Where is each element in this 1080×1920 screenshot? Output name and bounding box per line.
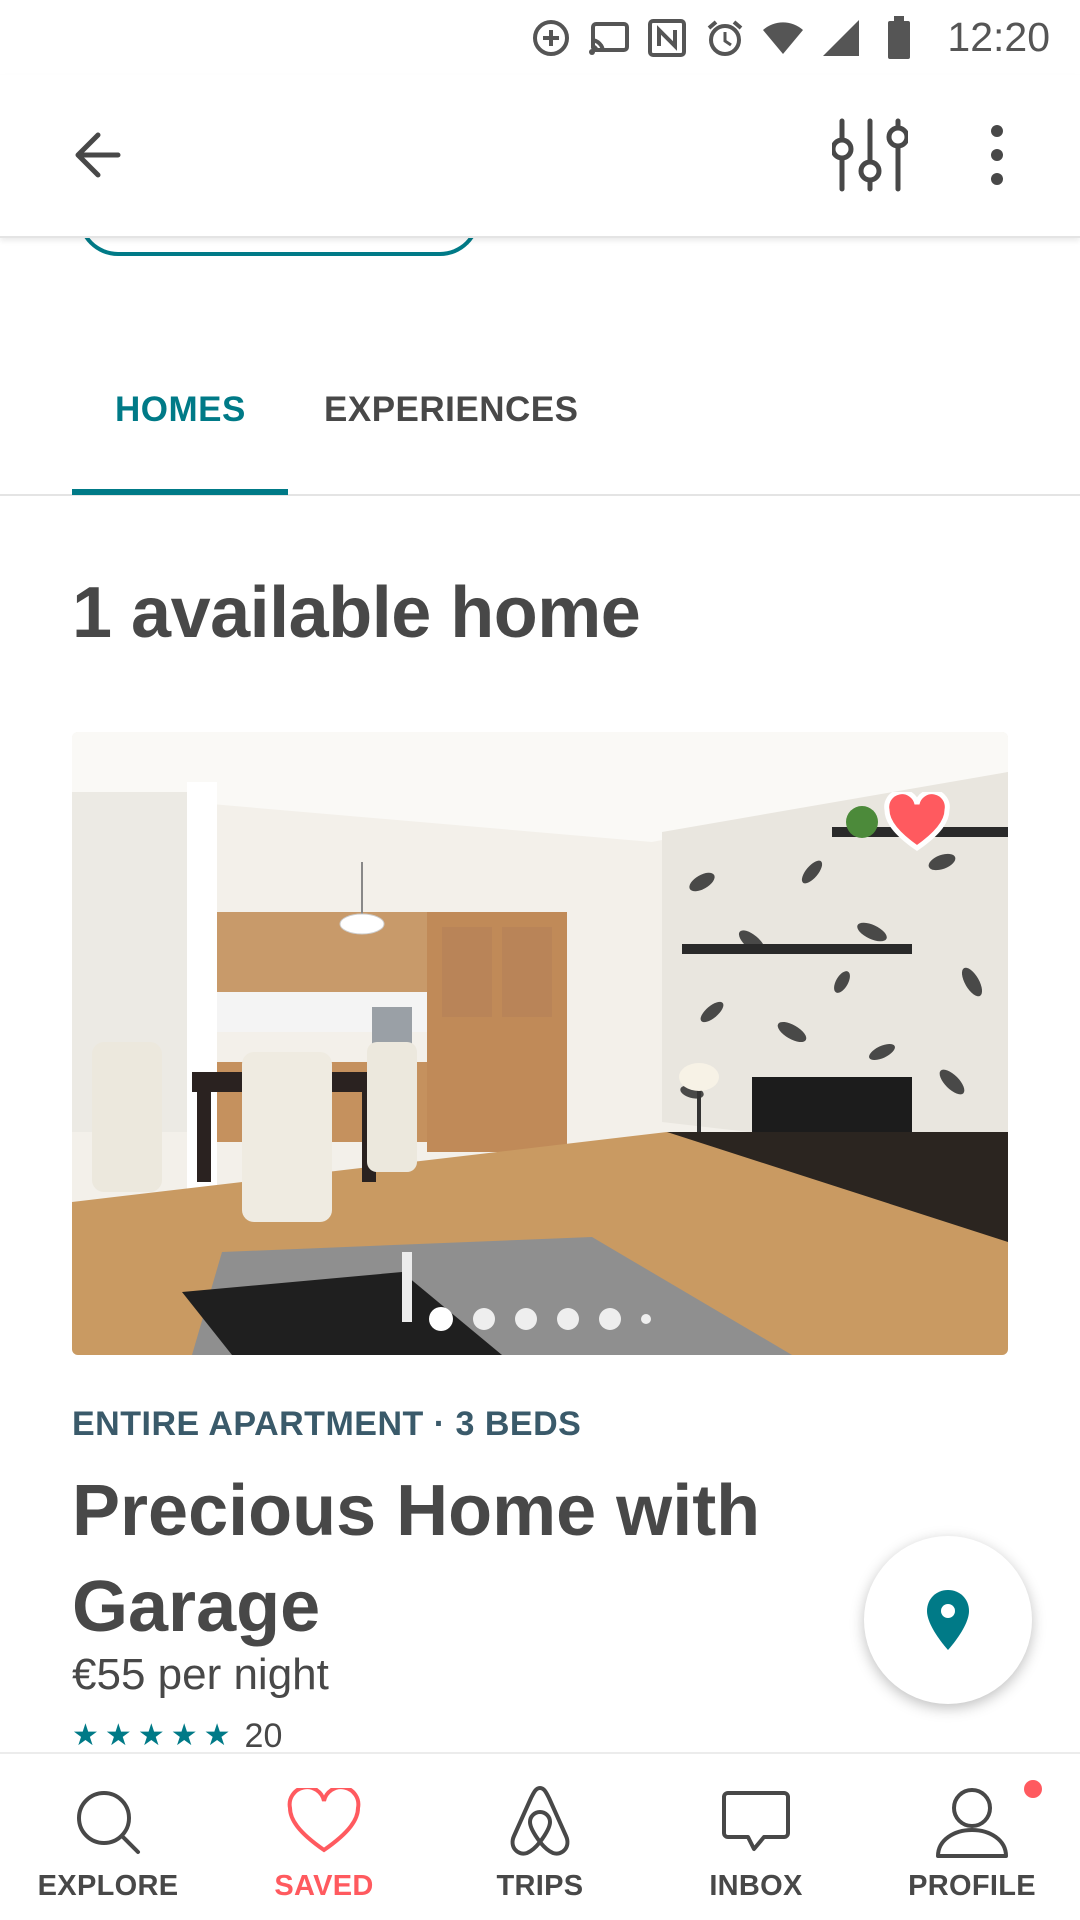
nav-trips[interactable]: TRIPS — [432, 1754, 648, 1920]
notification-dot — [1024, 1780, 1042, 1798]
battery-icon — [877, 15, 921, 60]
nfc-icon — [645, 16, 689, 60]
status-time: 12:20 — [947, 14, 1050, 60]
tab-experiences[interactable]: EXPERIENCES — [324, 390, 578, 430]
chat-bubble-icon — [716, 1784, 796, 1860]
airbnb-logo-icon — [500, 1784, 580, 1860]
star-icon: ★ — [137, 1719, 165, 1752]
listing-type-beds: ENTIRE APARTMENT · 3 BEDS — [72, 1405, 582, 1443]
category-tabs: HOMES EXPERIENCES — [0, 350, 1080, 496]
app-bar — [0, 75, 1080, 238]
data-saver-icon — [529, 16, 573, 60]
heart-icon — [284, 1784, 364, 1860]
tab-homes[interactable]: HOMES — [115, 390, 246, 430]
listing-price: €55 per night — [72, 1650, 329, 1699]
heart-filled-icon — [884, 789, 950, 852]
map-button[interactable] — [864, 1536, 1032, 1704]
nav-label-inbox: INBOX — [709, 1870, 803, 1902]
carousel-dot[interactable] — [557, 1308, 579, 1330]
review-count: 20 — [244, 1718, 283, 1754]
filters-button[interactable] — [830, 115, 910, 195]
active-tab-indicator — [72, 489, 288, 495]
photo-carousel-dots — [72, 1307, 1008, 1331]
star-icon: ★ — [72, 1719, 99, 1752]
more-vertical-icon — [991, 125, 1003, 185]
carousel-dot[interactable] — [599, 1308, 621, 1330]
listing-title[interactable]: Precious Home with Garage — [72, 1463, 792, 1655]
nav-label-explore: EXPLORE — [37, 1870, 179, 1902]
nav-label-saved: SAVED — [274, 1870, 374, 1902]
map-pin-icon — [927, 1590, 969, 1650]
cell-signal-icon — [819, 16, 863, 60]
cast-icon — [587, 16, 631, 60]
search-icon — [68, 1784, 148, 1860]
nav-saved[interactable]: SAVED — [216, 1754, 432, 1920]
arrow-left-icon — [75, 132, 121, 178]
nav-profile[interactable]: PROFILE — [864, 1754, 1080, 1920]
star-icon: ★ — [203, 1719, 231, 1752]
more-options-button[interactable] — [972, 123, 1022, 187]
nav-inbox[interactable]: INBOX — [648, 1754, 864, 1920]
status-bar: 12:20 — [0, 0, 1080, 75]
sliders-icon — [830, 118, 910, 192]
favorite-heart-button[interactable] — [884, 789, 950, 852]
nav-label-profile: PROFILE — [908, 1870, 1036, 1902]
wifi-icon — [761, 16, 805, 60]
apartment-photo — [72, 732, 1008, 1355]
back-button[interactable] — [68, 125, 138, 185]
bottom-navigation: EXPLORE SAVED TRIPS INBOX PROFILE — [0, 1752, 1080, 1920]
carousel-dot[interactable] — [515, 1308, 537, 1330]
listing-photo[interactable] — [72, 732, 1008, 1355]
star-icon: ★ — [104, 1719, 132, 1752]
carousel-dot[interactable] — [641, 1314, 651, 1324]
star-icon: ★ — [170, 1719, 198, 1752]
carousel-dot[interactable] — [429, 1307, 453, 1331]
carousel-dot[interactable] — [473, 1308, 495, 1330]
user-icon — [932, 1780, 1042, 1860]
listing-rating: ★ ★ ★ ★ ★ 20 — [72, 1718, 282, 1754]
alarm-icon — [703, 16, 747, 60]
nav-label-trips: TRIPS — [496, 1870, 584, 1902]
results-heading: 1 available home — [72, 573, 641, 653]
nav-explore[interactable]: EXPLORE — [0, 1754, 216, 1920]
